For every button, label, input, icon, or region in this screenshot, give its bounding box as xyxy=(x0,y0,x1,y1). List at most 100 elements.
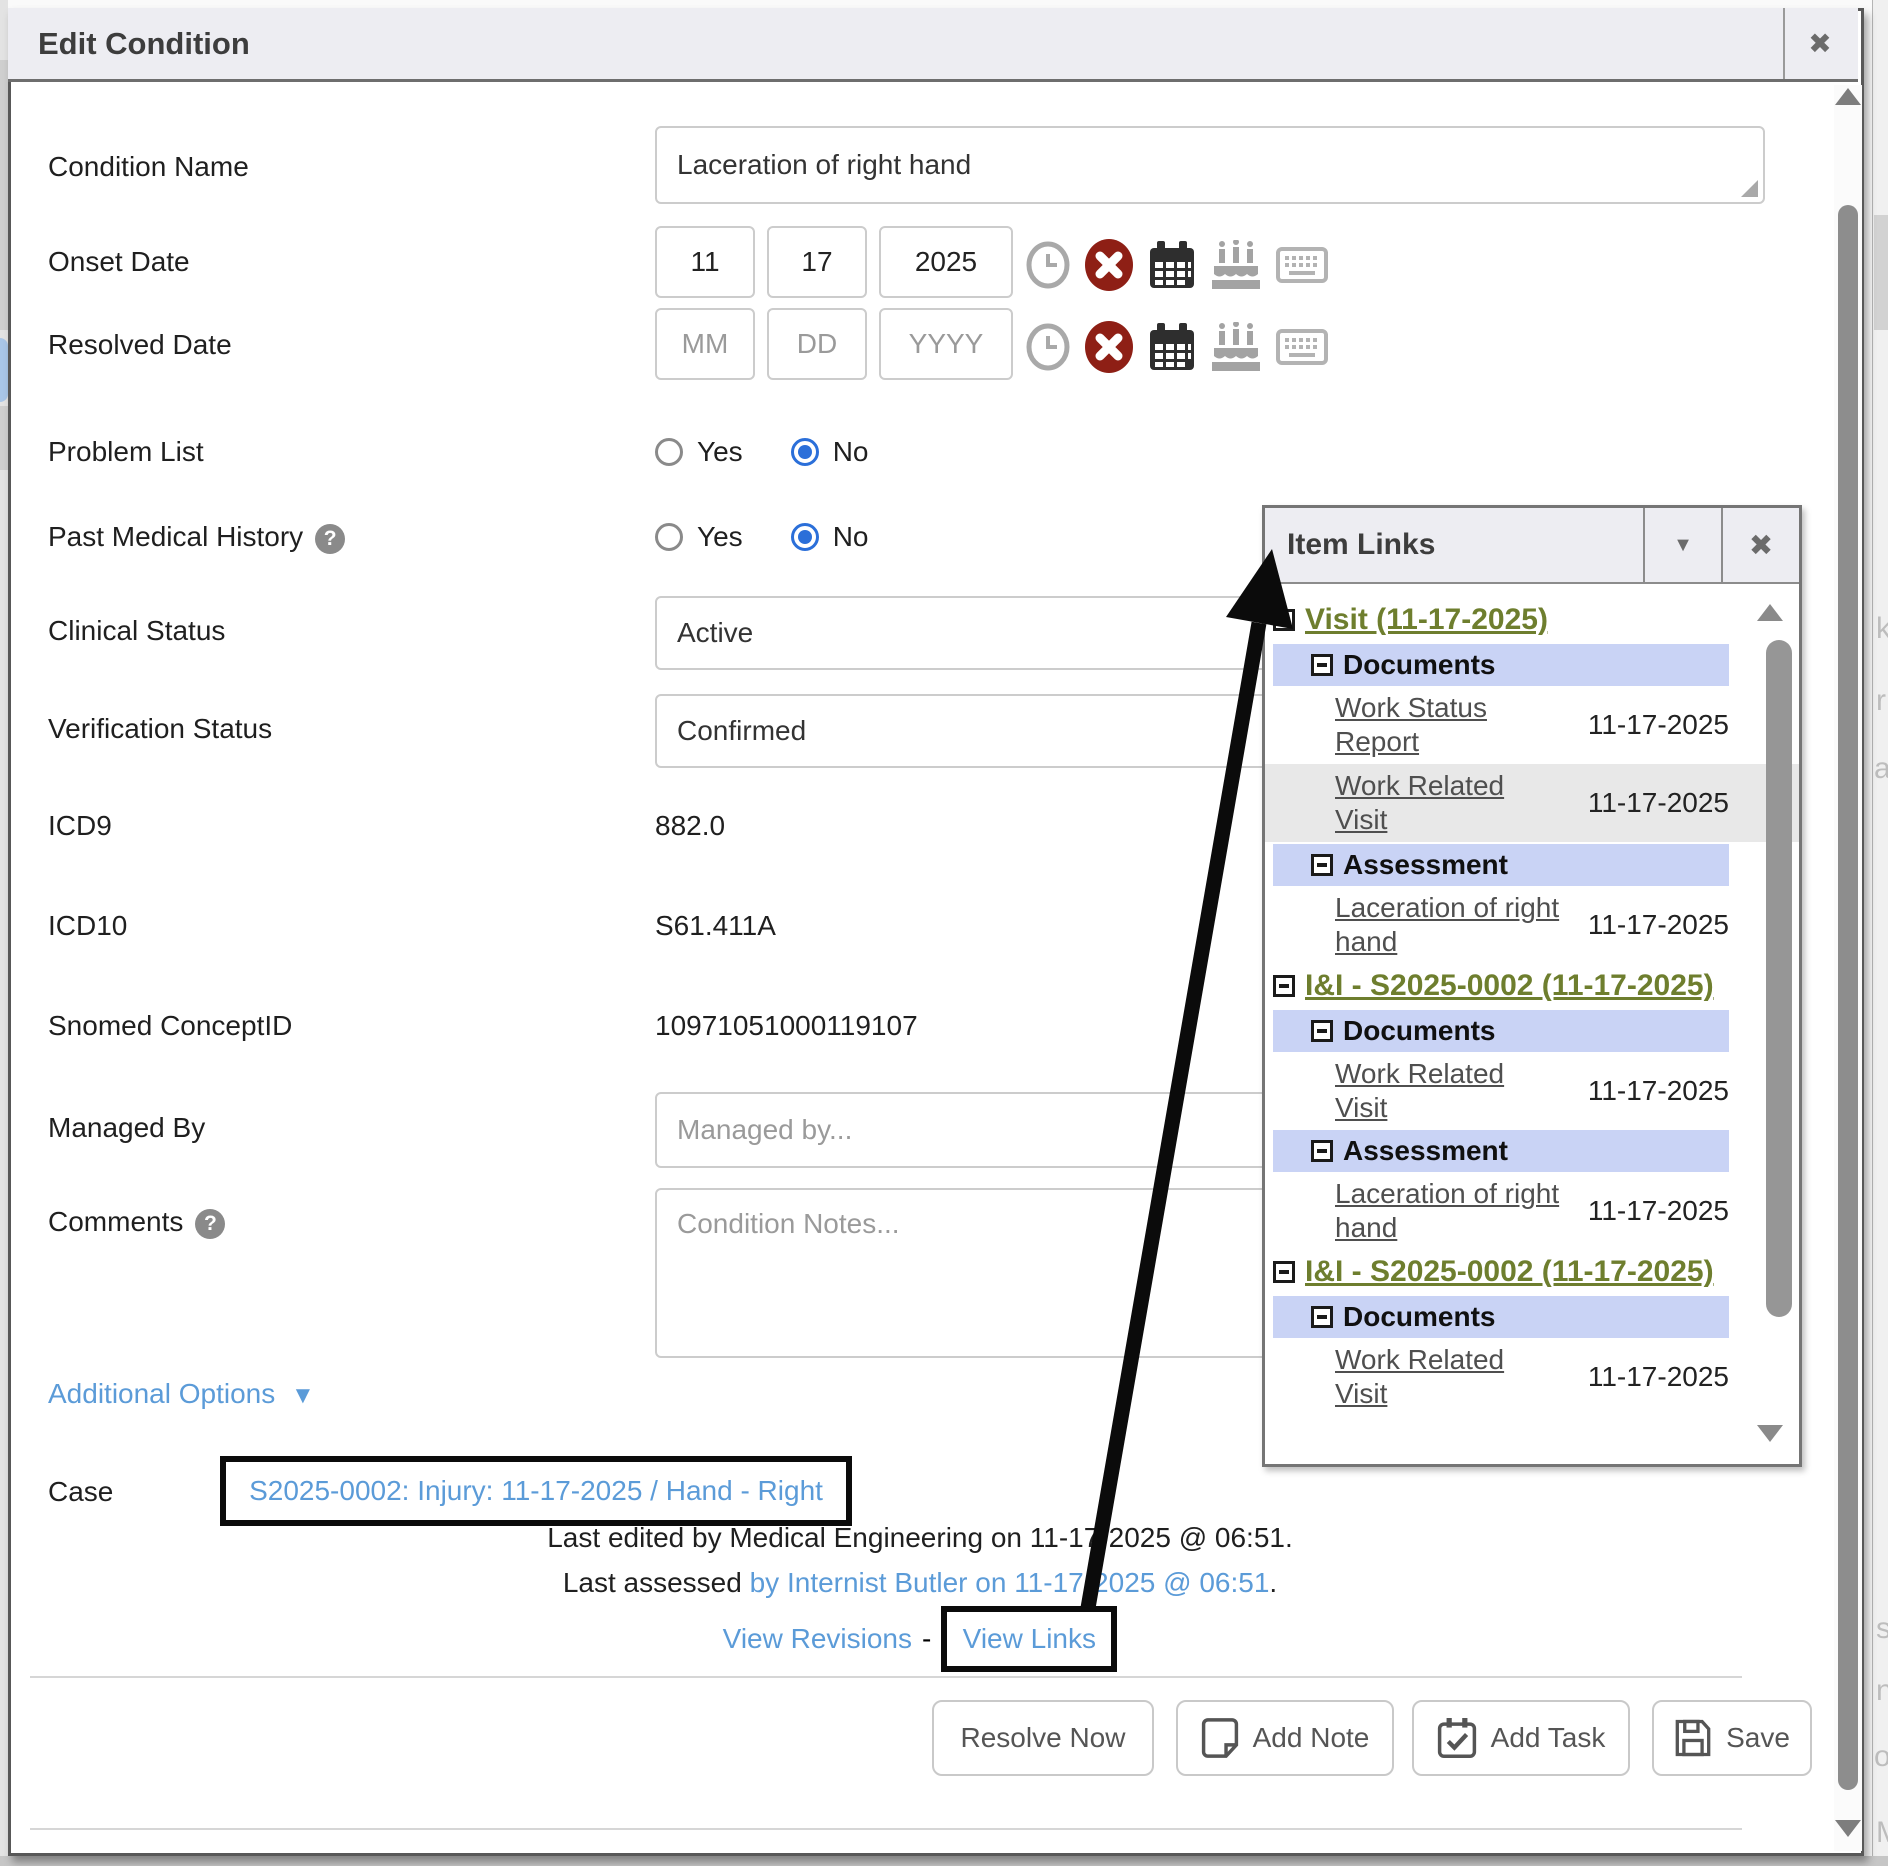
tree-leaf-row: Work Related Visit 11-17-2025 xyxy=(1273,1343,1729,1411)
tree-group-anchor[interactable]: Visit (11-17-2025) xyxy=(1305,603,1548,636)
tree-section-row: Assessment xyxy=(1273,1130,1729,1172)
last-assessed-text: Last assessed by Internist Butler on 11-… xyxy=(30,1567,1810,1599)
problem-list-yes-radio[interactable] xyxy=(655,438,683,466)
managed-by-label: Managed By xyxy=(48,1093,205,1163)
panel-scroll-up-icon[interactable] xyxy=(1757,604,1783,621)
item-links-title: Item Links xyxy=(1287,508,1435,582)
tree-leaf-link[interactable]: Work Related Visit xyxy=(1335,1343,1562,1411)
snomed-conceptid-value: 10971051000119107 xyxy=(655,991,918,1061)
view-links-link[interactable]: View Links xyxy=(963,1623,1096,1655)
resolved-day-input[interactable] xyxy=(767,308,867,380)
clear-date-icon[interactable] xyxy=(1084,238,1134,292)
onset-date-label: Onset Date xyxy=(48,227,190,297)
clock-icon[interactable] xyxy=(1026,323,1070,371)
tree-leaf-row: Laceration of right hand 11-17-2025 xyxy=(1273,891,1729,959)
clock-icon[interactable] xyxy=(1026,241,1070,289)
tree-leaf-date: 11-17-2025 xyxy=(1562,1195,1729,1227)
tree-leaf-date: 11-17-2025 xyxy=(1562,709,1729,741)
case-link[interactable]: S2025-0002: Injury: 11-17-2025 / Hand - … xyxy=(249,1475,823,1507)
birthday-cake-icon[interactable] xyxy=(1210,322,1262,372)
panel-collapse-caret-icon[interactable]: ▼ xyxy=(1643,508,1721,582)
background-text-fragment: at xyxy=(1874,752,1888,786)
dialog-scrollbar-thumb[interactable] xyxy=(1838,205,1858,1790)
panel-scrollbar-thumb[interactable] xyxy=(1766,640,1792,1317)
panel-scroll-down-icon[interactable] xyxy=(1757,1425,1783,1442)
resize-handle-icon[interactable] xyxy=(1741,180,1758,197)
footer-divider xyxy=(30,1676,1742,1678)
birthday-cake-icon[interactable] xyxy=(1210,240,1262,290)
tree-group-link: I&I - S2025-0002 (11-17-2025) xyxy=(1273,1250,1721,1294)
last-assessed-link[interactable]: by Internist Butler on 11-17-2025 @ 06:5… xyxy=(750,1567,1270,1598)
scroll-up-icon[interactable] xyxy=(1835,88,1861,105)
panel-close-icon[interactable]: ✖ xyxy=(1721,508,1799,582)
case-annotation-box: S2025-0002: Injury: 11-17-2025 / Hand - … xyxy=(220,1456,852,1526)
collapse-minus-icon[interactable] xyxy=(1311,1140,1333,1162)
tree-leaf-link[interactable]: Work Related Visit xyxy=(1335,769,1562,837)
collapse-minus-icon[interactable] xyxy=(1311,1306,1333,1328)
collapse-minus-icon[interactable] xyxy=(1273,975,1295,997)
bottom-divider xyxy=(30,1828,1742,1830)
keyboard-icon[interactable] xyxy=(1276,247,1328,283)
calendar-icon[interactable] xyxy=(1148,322,1196,372)
view-links-annotation-box: View Links xyxy=(941,1606,1117,1672)
calendar-icon[interactable] xyxy=(1148,240,1196,290)
tree-section-row: Documents xyxy=(1273,1296,1729,1338)
help-icon[interactable]: ? xyxy=(195,1209,225,1239)
onset-month-input[interactable] xyxy=(655,226,755,298)
condition-name-value: Laceration of right hand xyxy=(677,149,971,181)
resolved-date-label: Resolved Date xyxy=(48,310,232,380)
add-note-button[interactable]: Add Note xyxy=(1176,1700,1394,1776)
onset-day-input[interactable] xyxy=(767,226,867,298)
collapse-minus-icon[interactable] xyxy=(1273,1261,1295,1283)
item-links-header[interactable]: Item Links ▼ ✖ xyxy=(1265,508,1799,584)
task-calendar-icon xyxy=(1437,1716,1477,1760)
comments-label: Comments? xyxy=(48,1187,225,1257)
pmh-yes-radio[interactable] xyxy=(655,523,683,551)
resolved-month-input[interactable] xyxy=(655,308,755,380)
save-icon xyxy=(1674,1718,1712,1758)
verification-status-label: Verification Status xyxy=(48,694,272,764)
background-text-fragment: r xyxy=(1876,684,1886,718)
radio-label-yes: Yes xyxy=(697,436,743,468)
revision-links-row: View Revisions - View Links xyxy=(30,1602,1810,1676)
last-edited-text: Last edited by Medical Engineering on 11… xyxy=(30,1522,1810,1554)
additional-options-link[interactable]: Additional Options ▼ xyxy=(48,1359,315,1429)
tree-leaf-link[interactable]: Work Status Report xyxy=(1335,691,1562,759)
pmh-no-radio[interactable] xyxy=(791,523,819,551)
view-revisions-link[interactable]: View Revisions xyxy=(723,1623,912,1655)
onset-year-input[interactable] xyxy=(879,226,1013,298)
tree-leaf-date: 11-17-2025 xyxy=(1562,1361,1729,1393)
problem-list-no-radio[interactable] xyxy=(791,438,819,466)
collapse-minus-icon[interactable] xyxy=(1311,854,1333,876)
scroll-down-icon[interactable] xyxy=(1835,1820,1861,1837)
tree-leaf-link[interactable]: Work Related Visit xyxy=(1335,1057,1562,1125)
tree-group-link: I&I - S2025-0002 (11-17-2025) xyxy=(1273,964,1721,1008)
background-page-left-edge xyxy=(0,0,8,1866)
note-icon xyxy=(1201,1717,1239,1759)
links-separator: - xyxy=(922,1623,931,1655)
tree-leaf-link[interactable]: Laceration of right hand xyxy=(1335,891,1562,959)
background-page-right-edge xyxy=(1872,0,1888,1866)
resolved-year-input[interactable] xyxy=(879,308,1013,380)
past-medical-history-label: Past Medical History? xyxy=(48,502,345,572)
close-icon[interactable]: ✖ xyxy=(1783,8,1855,79)
keyboard-icon[interactable] xyxy=(1276,329,1328,365)
background-page-bottom-edge xyxy=(0,1856,1888,1866)
condition-name-field[interactable]: Laceration of right hand xyxy=(655,126,1765,204)
collapse-minus-icon[interactable] xyxy=(1311,654,1333,676)
tree-leaf-row: Laceration of right hand 11-17-2025 xyxy=(1273,1177,1729,1245)
collapse-minus-icon[interactable] xyxy=(1273,609,1295,631)
tree-group-anchor[interactable]: I&I - S2025-0002 (11-17-2025) xyxy=(1305,1255,1714,1288)
clear-date-icon[interactable] xyxy=(1084,320,1134,374)
add-task-button[interactable]: Add Task xyxy=(1412,1700,1630,1776)
tree-leaf-link[interactable]: Laceration of right hand xyxy=(1335,1177,1562,1245)
icd9-label: ICD9 xyxy=(48,791,112,861)
collapse-minus-icon[interactable] xyxy=(1311,1020,1333,1042)
clinical-status-label: Clinical Status xyxy=(48,596,225,666)
tree-group-anchor[interactable]: I&I - S2025-0002 (11-17-2025) xyxy=(1305,969,1714,1002)
save-button[interactable]: Save xyxy=(1652,1700,1812,1776)
resolve-now-button[interactable]: Resolve Now xyxy=(932,1700,1154,1776)
background-text-fragment: n xyxy=(1876,1674,1888,1708)
caret-down-icon: ▼ xyxy=(291,1382,315,1409)
help-icon[interactable]: ? xyxy=(315,524,345,554)
